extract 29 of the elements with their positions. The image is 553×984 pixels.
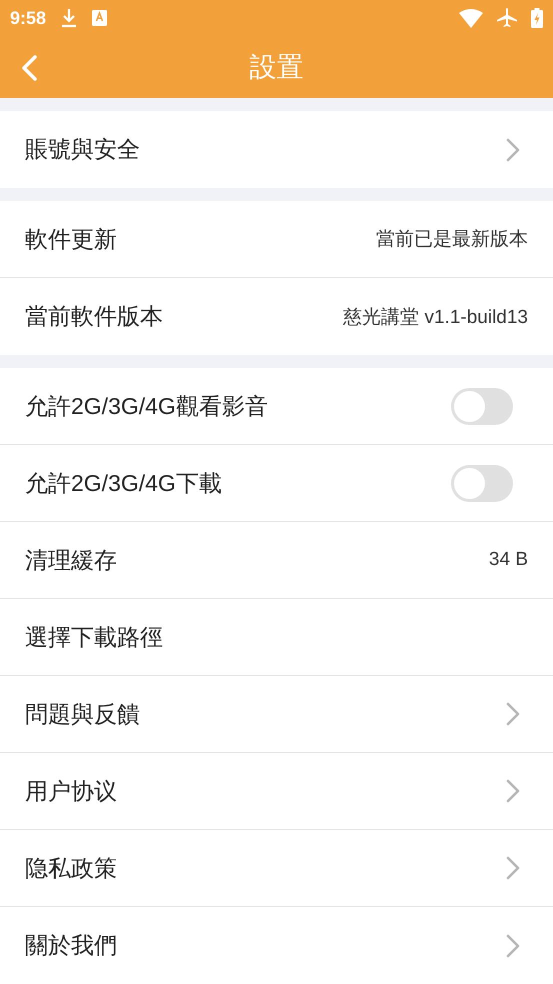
setting-label: 用户协议 xyxy=(25,776,118,806)
wifi-icon xyxy=(459,8,483,28)
airplane-icon xyxy=(497,8,517,28)
setting-label: 選擇下載路徑 xyxy=(25,622,164,652)
setting-value: 34 B xyxy=(488,549,528,571)
chevron-right-icon[interactable] xyxy=(506,702,520,726)
keyboard-icon xyxy=(92,10,108,26)
setting-label: 清理緩存 xyxy=(25,546,118,574)
chevron-right-icon[interactable] xyxy=(506,856,520,880)
download-icon xyxy=(60,8,78,28)
setting-value: 慈光講堂 v1.1-build13 xyxy=(343,306,528,330)
setting-label: 問題與反饋 xyxy=(25,700,141,728)
status-time: 9:58 xyxy=(10,8,46,28)
setting-label: 隐私政策 xyxy=(25,854,118,882)
setting-value: 當前已是最新版本 xyxy=(376,228,528,252)
toggle-switch[interactable] xyxy=(451,464,513,502)
setting-label: 當前軟件版本 xyxy=(25,302,164,331)
toggle-switch[interactable] xyxy=(451,388,513,424)
battery-icon xyxy=(531,8,543,28)
back-icon[interactable] xyxy=(20,55,40,81)
chevron-right-icon[interactable] xyxy=(506,779,520,803)
page-title: 設置 xyxy=(250,51,304,84)
setting-label: 允許2G/3G/4G下載 xyxy=(25,468,223,498)
setting-label: 關於我們 xyxy=(25,931,118,960)
setting-label: 軟件更新 xyxy=(25,224,118,254)
setting-label: 賬號與安全 xyxy=(25,135,141,164)
chevron-right-icon[interactable] xyxy=(506,138,520,162)
setting-label: 允許2G/3G/4G觀看影音 xyxy=(25,392,269,420)
chevron-right-icon[interactable] xyxy=(506,934,520,958)
